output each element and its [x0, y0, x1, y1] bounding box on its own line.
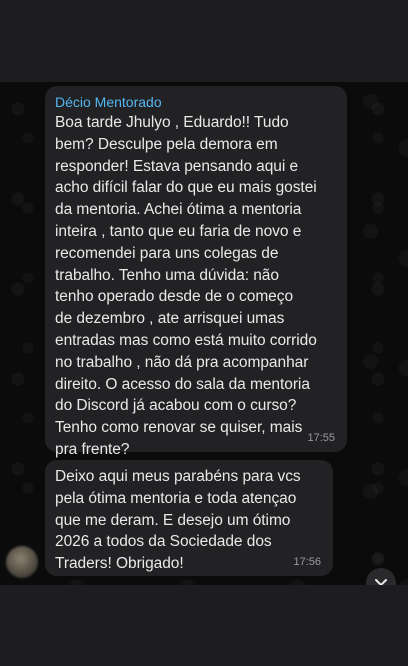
avatar[interactable]: [6, 546, 38, 578]
chevron-down-icon: [375, 579, 387, 585]
chat-area[interactable]: Décio Mentorado Boa tarde Jhulyo , Eduar…: [0, 82, 408, 585]
message-time: 17:56: [293, 556, 321, 568]
message-bubble[interactable]: Deixo aqui meus parabéns para vcs pela ó…: [45, 460, 333, 576]
message-text: Deixo aqui meus parabéns para vcs pela ó…: [55, 468, 301, 573]
scroll-down-button[interactable]: [366, 568, 396, 585]
app-frame: Décio Mentorado Boa tarde Jhulyo , Eduar…: [0, 0, 408, 666]
bottom-bar: [0, 585, 408, 666]
message-text: Boa tarde Jhulyo , Eduardo!! Tudo bem? D…: [55, 114, 317, 458]
message-bubble[interactable]: Décio Mentorado Boa tarde Jhulyo , Eduar…: [45, 86, 347, 458]
top-bar: [0, 0, 408, 82]
message-time: 17:55: [307, 432, 335, 444]
sender-name[interactable]: Décio Mentorado: [55, 93, 337, 111]
